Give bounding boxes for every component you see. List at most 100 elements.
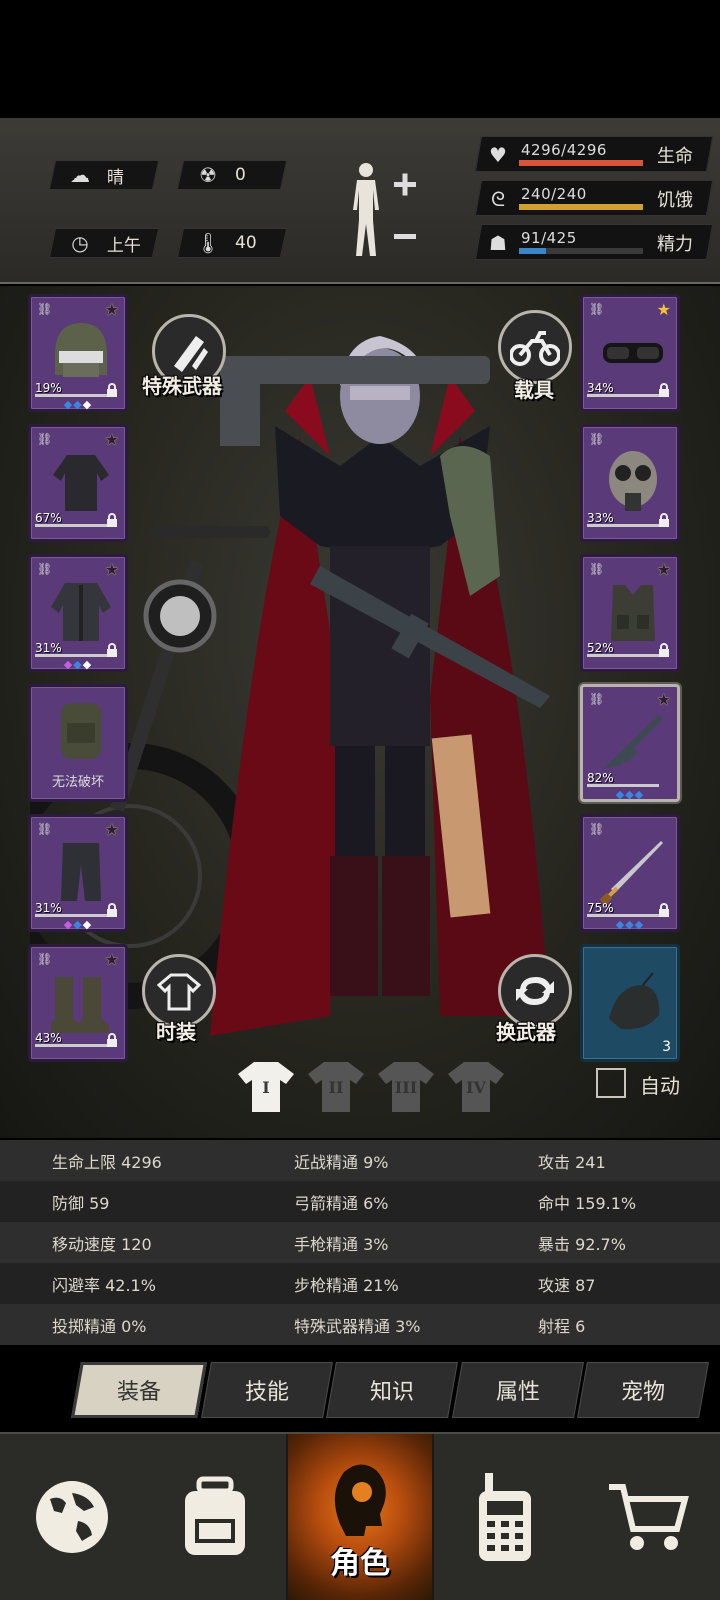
vest-slot[interactable]: ⛓ ★ 52% xyxy=(580,554,680,672)
outfit-tab-label: II xyxy=(328,1078,344,1097)
energy-bar: ☗ 91/425 精力 xyxy=(474,224,714,260)
link-icon: ⛓ xyxy=(37,822,53,836)
stat-bow-mastery: 弓箭精通 6% xyxy=(294,1193,389,1213)
stat-rifle-mastery: 步枪精通 21% xyxy=(294,1275,399,1295)
life-label: 生命 xyxy=(657,146,693,167)
jacket-item xyxy=(51,583,111,641)
nav-character[interactable]: 角色 xyxy=(286,1434,434,1600)
tab-label: 知识 xyxy=(369,1380,414,1405)
lock-icon[interactable] xyxy=(657,643,671,657)
lock-icon[interactable] xyxy=(105,1033,119,1047)
vest-item xyxy=(611,585,655,641)
stat-move-speed: 移动速度 120 xyxy=(52,1234,152,1254)
outfit-tab-label: III xyxy=(394,1078,418,1097)
lock-icon[interactable] xyxy=(657,513,671,527)
lock-icon[interactable] xyxy=(657,903,671,917)
body-status-icon[interactable] xyxy=(348,160,424,264)
boots-slot[interactable]: ⛓ ★ 43% xyxy=(28,944,128,1062)
temperature-value: 40 xyxy=(235,233,257,253)
stat-accuracy: 命中 159.1% xyxy=(538,1193,637,1213)
motorcycle-icon xyxy=(510,331,560,366)
durability-percent: 31% xyxy=(35,641,62,655)
hunger-label: 饥饿 xyxy=(657,190,693,211)
tab-label: 装备 xyxy=(116,1380,161,1405)
stats-row: 生命上限 4296 近战精通 9% 攻击 241 xyxy=(0,1140,720,1181)
stat-attack: 攻击 241 xyxy=(538,1152,606,1172)
shirt-slot[interactable]: ⛓ ★ 67% xyxy=(28,424,128,542)
stomach-icon: ᘓ xyxy=(490,187,506,211)
outfit-tab-3[interactable]: III xyxy=(376,1060,436,1112)
durability-percent: 67% xyxy=(35,511,62,525)
link-icon: ⛓ xyxy=(37,432,53,446)
outfit-tab-label: I xyxy=(262,1078,270,1097)
pants-slot[interactable]: ⛓ ★ 31% ◆◆◆ xyxy=(28,814,128,932)
tab-label: 技能 xyxy=(244,1380,289,1405)
link-icon: ⛓ xyxy=(37,562,53,576)
goggles-slot[interactable]: ⛓ ★ 34% xyxy=(580,294,680,412)
radiation-icon: ☢ xyxy=(199,163,217,187)
stat-max-life: 生命上限 4296 xyxy=(52,1152,162,1172)
tab-skills[interactable]: 技能 xyxy=(200,1362,333,1418)
durability-percent: 43% xyxy=(35,1031,62,1045)
outfit-tab-2[interactable]: II xyxy=(306,1060,366,1112)
nav-inventory[interactable] xyxy=(143,1434,286,1600)
nav-map[interactable] xyxy=(0,1434,143,1600)
auto-label: 自动 xyxy=(640,1074,680,1098)
helmet-slot[interactable]: ⛓ ★ 19% ◆◆◆ xyxy=(28,294,128,412)
stats-row: 移动速度 120 手枪精通 3% 暴击 92.7% xyxy=(0,1222,720,1263)
rifle-slot[interactable]: ⛓ ★ 82% ◆◆◆ xyxy=(580,684,680,802)
lock-icon[interactable] xyxy=(105,643,119,657)
tab-attributes[interactable]: 属性 xyxy=(451,1362,584,1418)
status-panel: ☁ 晴 ☢ 0 ◷ 上午 🌡 40 ♥ 4296/4296 生命 ᘓ 240/2… xyxy=(0,118,720,284)
link-icon: ⛓ xyxy=(589,432,605,446)
durability-percent: 52% xyxy=(587,641,614,655)
link-icon: ⛓ xyxy=(589,562,605,576)
thermometer-icon: 🌡 xyxy=(195,231,221,255)
tab-knowledge[interactable]: 知识 xyxy=(326,1362,458,1418)
stat-range: 射程 6 xyxy=(538,1316,586,1336)
link-icon: ⛓ xyxy=(37,302,53,316)
character-subtabs: 装备 技能 知识 属性 宠物 xyxy=(71,1362,709,1418)
throwable-slot[interactable]: 3 xyxy=(580,944,680,1062)
link-icon: ⛓ xyxy=(37,952,53,966)
lock-icon[interactable] xyxy=(657,383,671,397)
durability-percent: 19% xyxy=(35,381,62,395)
durability-percent: 33% xyxy=(587,511,614,525)
sword-slot[interactable]: ⛓ 75% ◆◆◆ xyxy=(580,814,680,932)
outfit-tab-1[interactable]: I xyxy=(236,1060,296,1112)
tshirt-icon xyxy=(157,973,201,1011)
item-count: 3 xyxy=(662,1039,671,1055)
lock-icon[interactable] xyxy=(105,513,119,527)
gem-row: ◆◆◆ xyxy=(615,918,645,931)
durability-bar xyxy=(587,524,659,527)
outfit-tabs: I II III IV xyxy=(236,1060,506,1112)
vehicle-button[interactable] xyxy=(498,310,572,384)
nav-shop[interactable] xyxy=(577,1434,720,1600)
durability-bar xyxy=(35,524,107,527)
stat-melee-mastery: 近战精通 9% xyxy=(294,1152,389,1172)
outfit-tab-4[interactable]: IV xyxy=(446,1060,506,1112)
head-icon xyxy=(334,1464,386,1536)
gas-mask-slot[interactable]: ⛓ 33% xyxy=(580,424,680,542)
lock-icon[interactable] xyxy=(105,383,119,397)
nav-radio[interactable] xyxy=(434,1434,577,1600)
gem-row: ◆◆◆ xyxy=(63,918,93,931)
special-weapon-label: 特殊武器 xyxy=(142,374,222,398)
jacket-slot[interactable]: ⛓ ★ 31% ◆◆◆ xyxy=(28,554,128,672)
link-icon: ⛓ xyxy=(589,822,605,836)
swap-icon xyxy=(516,977,554,1005)
energy-fill xyxy=(519,248,546,254)
durability-bar xyxy=(587,914,659,917)
energy-label: 精力 xyxy=(657,234,693,255)
durability-bar xyxy=(35,914,107,917)
tab-equipment[interactable]: 装备 xyxy=(71,1362,207,1418)
tab-pets[interactable]: 宠物 xyxy=(577,1362,709,1418)
auto-checkbox[interactable] xyxy=(596,1068,626,1098)
lock-icon[interactable] xyxy=(105,903,119,917)
weather-indicator: ☁ 晴 xyxy=(48,160,160,190)
durability-bar xyxy=(35,394,107,397)
sword-item xyxy=(599,841,663,906)
backpack-slot[interactable]: 无法破坏 xyxy=(28,684,128,802)
life-bar: ♥ 4296/4296 生命 xyxy=(474,136,714,172)
outfit-tab-label: IV xyxy=(466,1078,486,1097)
